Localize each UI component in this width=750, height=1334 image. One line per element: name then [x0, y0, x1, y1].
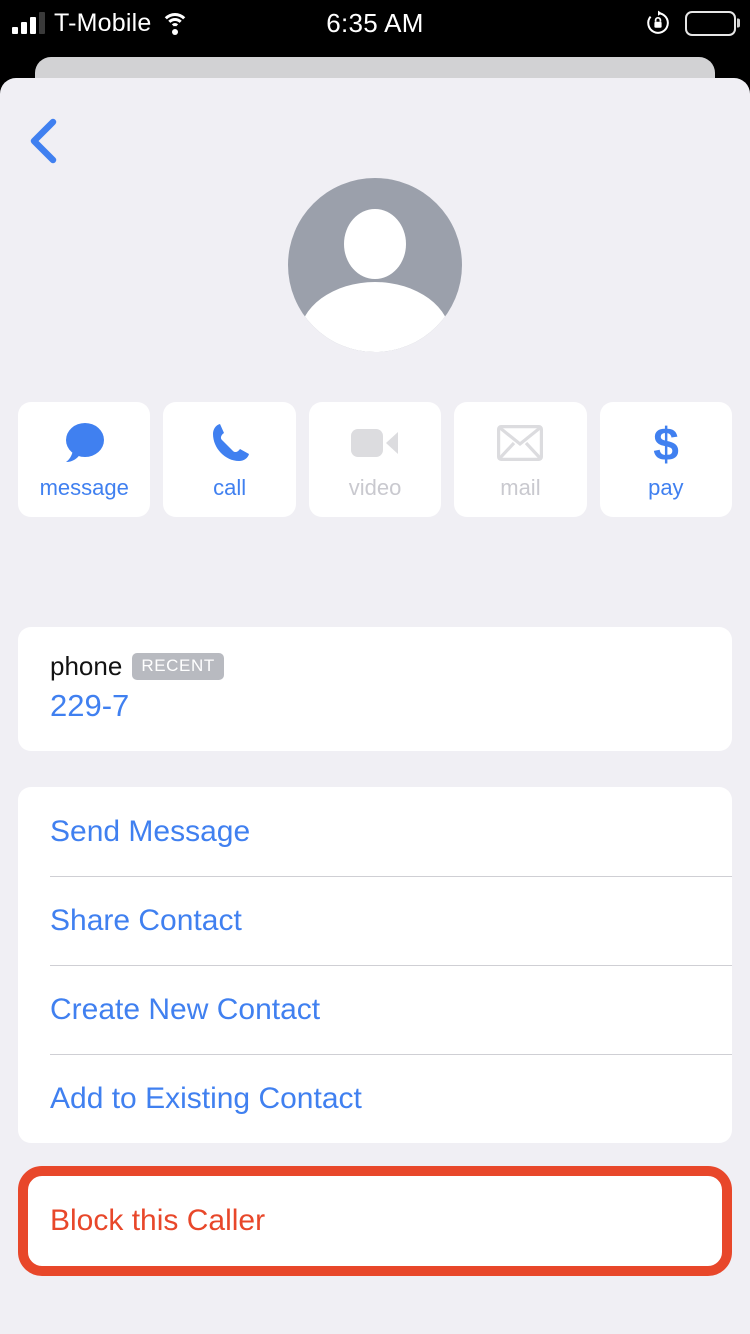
- phone-label-row: phone RECENT: [50, 651, 732, 682]
- back-button[interactable]: [16, 114, 70, 168]
- contact-actions-list: Send Message Share Contact Create New Co…: [18, 787, 732, 1143]
- block-caller-label: Block this Caller: [50, 1204, 266, 1237]
- phone-number-value[interactable]: 229-7: [50, 688, 732, 724]
- phone-field-card[interactable]: phone RECENT 229-7: [18, 627, 732, 751]
- svg-text:$: $: [653, 419, 679, 467]
- action-label-call: call: [213, 475, 247, 500]
- list-item-label: Share Contact: [50, 903, 242, 937]
- phone-contact-screen: T-Mobile 6:35 AM message call video mail…: [0, 0, 750, 1334]
- action-label-video: video: [348, 475, 402, 500]
- status-bar-right: [645, 0, 736, 46]
- action-label-mail: mail: [500, 475, 541, 500]
- status-bar-clock: 6:35 AM: [326, 7, 424, 38]
- rotation-lock-icon: [645, 10, 671, 36]
- quick-actions-row: message call video mail $ pay: [18, 402, 733, 517]
- action-label-message: message: [39, 475, 129, 500]
- message-bubble-icon: [60, 418, 108, 468]
- list-item-add-to-existing-contact[interactable]: Add to Existing Contact: [18, 1054, 732, 1143]
- battery-full-icon: [685, 10, 736, 36]
- status-bar: T-Mobile 6:35 AM: [0, 0, 750, 46]
- phone-handset-icon: [208, 418, 252, 468]
- list-item-label: Create New Contact: [50, 992, 321, 1026]
- envelope-icon: [497, 418, 544, 468]
- action-button-mail[interactable]: mail: [454, 402, 587, 517]
- action-button-message[interactable]: message: [18, 402, 151, 517]
- list-item-create-new-contact[interactable]: Create New Contact: [18, 965, 732, 1054]
- action-button-video[interactable]: video: [308, 402, 442, 517]
- person-placeholder-avatar: [288, 178, 462, 352]
- chevron-left-icon: [26, 116, 60, 166]
- video-camera-icon: [350, 418, 400, 468]
- dollar-sign-icon: $: [649, 418, 683, 468]
- action-label-pay: pay: [648, 475, 684, 500]
- action-button-pay[interactable]: $ pay: [599, 402, 733, 517]
- list-item-label: Add to Existing Contact: [50, 1081, 362, 1115]
- list-item-share-contact[interactable]: Share Contact: [18, 876, 732, 965]
- phone-field-label: phone: [50, 651, 123, 681]
- list-item-send-message[interactable]: Send Message: [18, 787, 732, 876]
- avatar-head: [344, 209, 406, 279]
- avatar-shoulders: [299, 282, 451, 352]
- contact-detail-sheet: message call video mail $ pay phone RECE…: [0, 78, 750, 1334]
- list-item-label: Send Message: [50, 814, 251, 848]
- action-button-call[interactable]: call: [163, 402, 296, 517]
- recent-badge: RECENT: [132, 653, 224, 680]
- block-caller-button[interactable]: Block this Caller: [18, 1166, 732, 1276]
- contact-avatar-container: [0, 178, 750, 352]
